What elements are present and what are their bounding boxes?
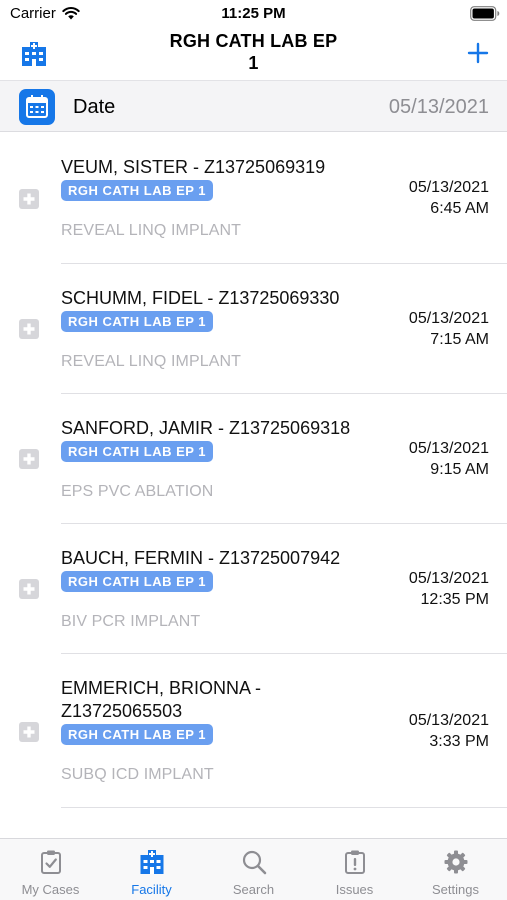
case-time: 12:35 PM bbox=[420, 591, 489, 608]
location-badge: RGH CATH LAB EP 1 bbox=[61, 571, 214, 592]
alert-clipboard-icon bbox=[345, 850, 365, 874]
date-label: Date bbox=[73, 96, 116, 118]
case-time: 7:15 AM bbox=[430, 331, 489, 348]
case-datetime: 05/13/2021 7:15 AM bbox=[349, 308, 489, 350]
calendar-icon bbox=[19, 89, 55, 125]
case-datetime: 05/13/2021 12:35 PM bbox=[349, 568, 489, 610]
tab-search[interactable]: Search bbox=[203, 839, 304, 900]
clock-time: 11:25 PM bbox=[221, 5, 286, 22]
hospital-icon bbox=[140, 850, 164, 874]
search-icon bbox=[242, 850, 267, 875]
case-date: 05/13/2021 bbox=[408, 179, 489, 196]
case-date: 05/13/2021 bbox=[408, 310, 489, 327]
procedure-label: SUBQ ICD IMPLANT bbox=[61, 766, 214, 783]
medical-cross-icon bbox=[19, 722, 39, 742]
status-bar: Carrier 11:25 PM bbox=[0, 0, 507, 28]
location-badge: RGH CATH LAB EP 1 bbox=[61, 441, 214, 462]
tab-settings[interactable]: Settings bbox=[405, 839, 506, 900]
patient-name: BAUCH, FERMIN - Z13725007942 bbox=[61, 548, 341, 568]
patient-name-line-1: EMMERICH, BRIONNA - bbox=[61, 678, 262, 698]
location-badge: RGH CATH LAB EP 1 bbox=[61, 311, 214, 332]
procedure-label: REVEAL LINQ IMPLANT bbox=[61, 353, 242, 370]
add-case-button[interactable] bbox=[464, 39, 492, 67]
navigation-bar: RGH CATH LAB EP 1 bbox=[0, 28, 507, 80]
page-title-line-1: RGH CATH LAB EP bbox=[169, 31, 338, 51]
tab-my-cases[interactable]: My Cases bbox=[0, 839, 101, 900]
row-divider bbox=[61, 807, 507, 808]
hospital-icon[interactable] bbox=[20, 41, 48, 67]
tab-label: Facility bbox=[131, 882, 172, 897]
medical-cross-icon bbox=[19, 579, 39, 599]
gear-icon bbox=[444, 850, 468, 874]
screen: Carrier 11:25 PM RGH CATH LAB EP 1 Date … bbox=[0, 0, 507, 900]
case-row[interactable]: BAUCH, FERMIN - Z13725007942 RGH CATH LA… bbox=[0, 524, 507, 654]
case-row[interactable]: VEUM, SISTER - Z13725069319 RGH CATH LAB… bbox=[0, 133, 507, 264]
procedure-label: EPS PVC ABLATION bbox=[61, 483, 214, 500]
case-list: VEUM, SISTER - Z13725069319 RGH CATH LAB… bbox=[0, 133, 507, 838]
patient-name: EMMERICH, BRIONNA - Z13725065503 bbox=[61, 677, 381, 723]
tab-label: Issues bbox=[335, 882, 374, 897]
case-time: 6:45 AM bbox=[430, 200, 489, 217]
location-badge: RGH CATH LAB EP 1 bbox=[61, 724, 214, 745]
case-date: 05/13/2021 bbox=[408, 570, 489, 587]
case-datetime: 05/13/2021 3:33 PM bbox=[349, 710, 489, 752]
medical-cross-icon bbox=[19, 189, 39, 209]
case-row[interactable]: EMMERICH, BRIONNA - Z13725065503 RGH CAT… bbox=[0, 654, 507, 808]
medical-cross-icon bbox=[19, 449, 39, 469]
tab-label: My Cases bbox=[21, 882, 80, 897]
tab-label: Search bbox=[232, 882, 275, 897]
case-time: 3:33 PM bbox=[429, 733, 489, 750]
case-date: 05/13/2021 bbox=[408, 440, 489, 457]
date-value[interactable]: 05/13/2021 bbox=[389, 96, 489, 119]
patient-name: SANFORD, JAMIR - Z13725069318 bbox=[61, 418, 351, 438]
tab-bar: My Cases Facility Search Issues Settings bbox=[0, 838, 507, 900]
procedure-label: REVEAL LINQ IMPLANT bbox=[61, 222, 242, 239]
clipboard-check-icon bbox=[41, 850, 61, 874]
tab-issues[interactable]: Issues bbox=[304, 839, 405, 900]
tab-label: Settings bbox=[432, 882, 479, 897]
patient-name: SCHUMM, FIDEL - Z13725069330 bbox=[61, 288, 340, 308]
case-row[interactable]: SCHUMM, FIDEL - Z13725069330 RGH CATH LA… bbox=[0, 264, 507, 394]
case-datetime: 05/13/2021 6:45 AM bbox=[349, 177, 489, 219]
procedure-label: BIV PCR IMPLANT bbox=[61, 613, 201, 630]
patient-name: VEUM, SISTER - Z13725069319 bbox=[61, 157, 326, 177]
tab-facility[interactable]: Facility bbox=[101, 839, 202, 900]
case-datetime: 05/13/2021 9:15 AM bbox=[349, 438, 489, 480]
case-row[interactable]: SANFORD, JAMIR - Z13725069318 RGH CATH L… bbox=[0, 394, 507, 524]
case-time: 9:15 AM bbox=[430, 461, 489, 478]
battery-icon bbox=[470, 6, 500, 21]
patient-name-line-2: Z13725065503 bbox=[61, 701, 183, 721]
page-title-line-2: 1 bbox=[248, 53, 259, 73]
page-title: RGH CATH LAB EP 1 bbox=[130, 30, 377, 74]
location-badge: RGH CATH LAB EP 1 bbox=[61, 180, 214, 201]
medical-cross-icon bbox=[19, 319, 39, 339]
date-filter-row[interactable]: Date 05/13/2021 bbox=[0, 80, 507, 132]
case-date: 05/13/2021 bbox=[408, 712, 489, 729]
